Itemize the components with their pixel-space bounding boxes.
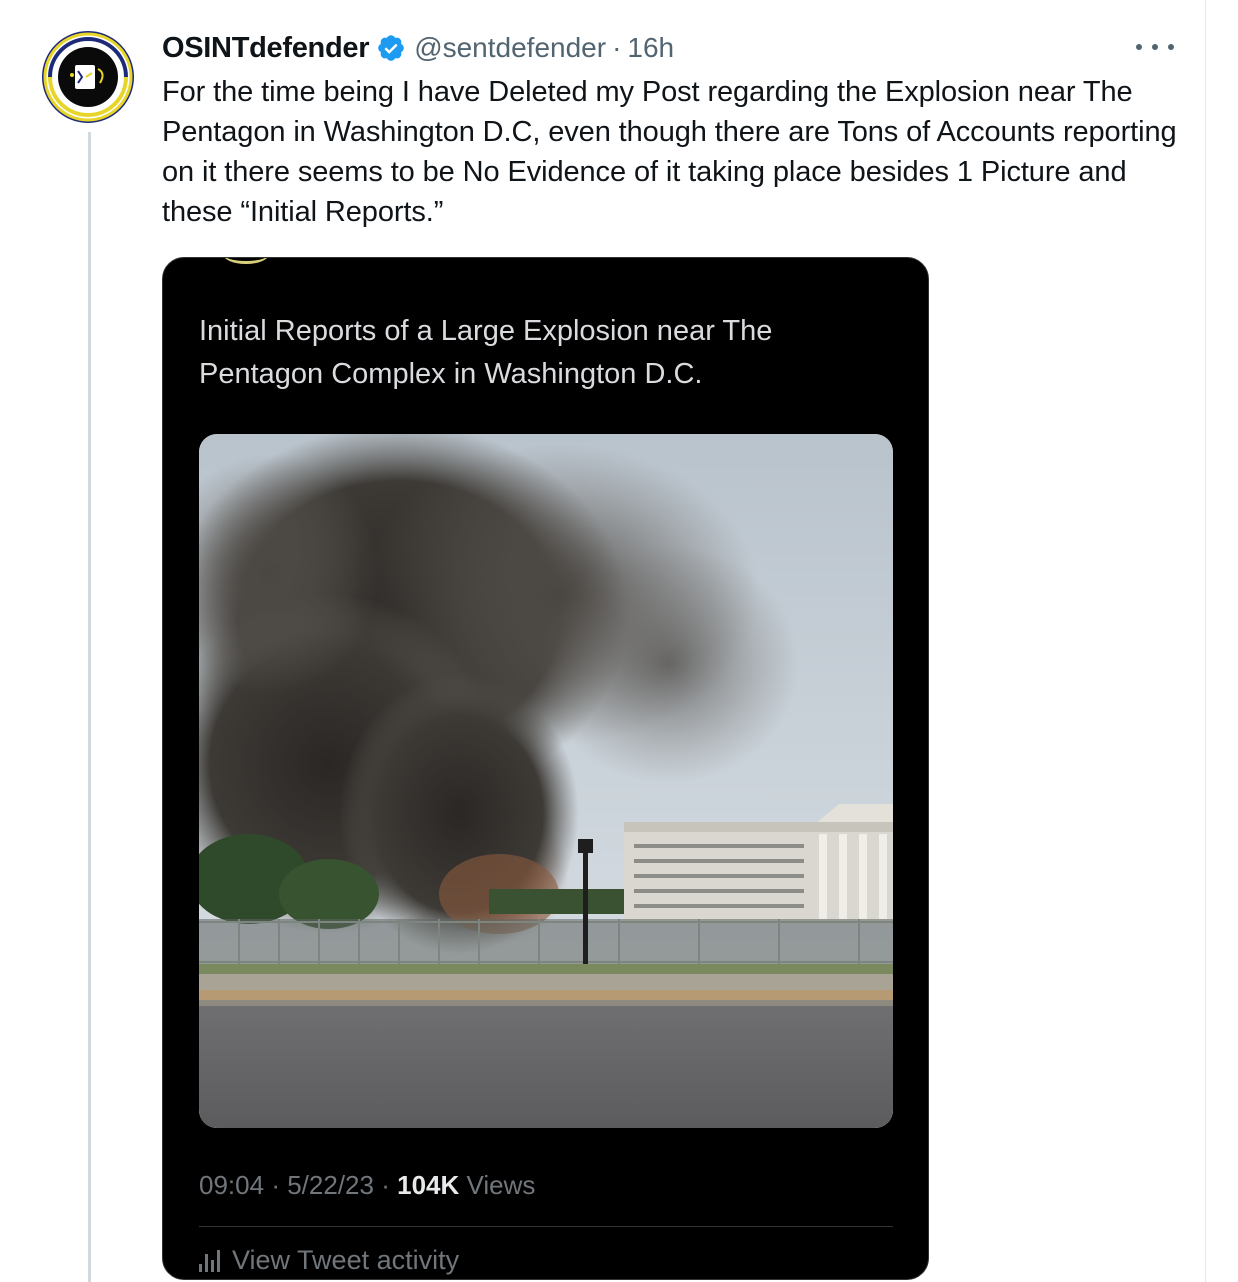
- post-metadata: 09:04 · 5/22/23 · 104K Views: [199, 1170, 535, 1201]
- post-time[interactable]: 09:04: [199, 1170, 264, 1200]
- timestamp[interactable]: 16h: [627, 32, 674, 64]
- divider: [199, 1226, 893, 1227]
- separator-dot: ·: [612, 32, 622, 63]
- verified-badge-icon[interactable]: [376, 33, 406, 63]
- analytics-bars-icon: [199, 1249, 220, 1272]
- view-tweet-activity-link[interactable]: View Tweet activity: [199, 1245, 459, 1276]
- activity-label: View Tweet activity: [232, 1245, 460, 1275]
- views-count: 104K: [397, 1170, 460, 1200]
- display-name[interactable]: OSINTdefender: [162, 32, 369, 65]
- post-header: OSINTdefender @sentdefender · 16h: [162, 28, 674, 68]
- avatar[interactable]: [42, 31, 134, 123]
- explosion-photo[interactable]: [199, 434, 893, 1128]
- tweet-frame: OSINTdefender @sentdefender · 16h For th…: [0, 0, 1206, 1282]
- osint-defender-seal-icon: [42, 31, 134, 123]
- handle[interactable]: @sentdefender: [414, 32, 606, 64]
- views-label: Views: [466, 1170, 536, 1200]
- thread-line: [88, 132, 91, 1282]
- cropped-avatar-edge: [223, 258, 269, 264]
- separator-dot: ·: [271, 1170, 280, 1200]
- more-options-icon[interactable]: [1136, 34, 1174, 60]
- separator-dot: ·: [381, 1170, 390, 1200]
- post-date[interactable]: 5/22/23: [287, 1170, 374, 1200]
- post-text: For the time being I have Deleted my Pos…: [162, 76, 1177, 228]
- quoted-text: Initial Reports of a Large Explosion nea…: [199, 315, 773, 390]
- quoted-screenshot-card[interactable]: Initial Reports of a Large Explosion nea…: [162, 257, 929, 1280]
